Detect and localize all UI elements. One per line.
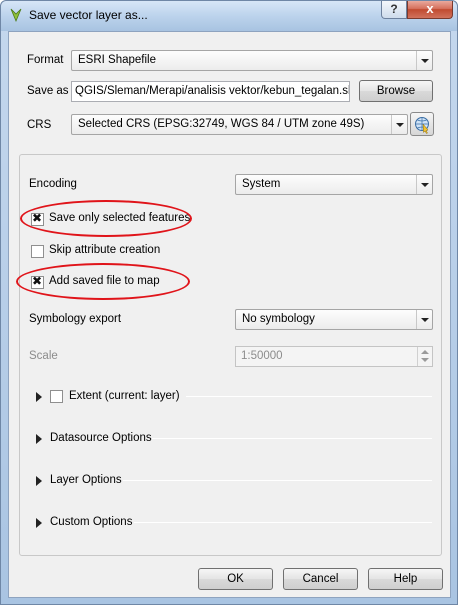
ok-button[interactable]: OK (198, 568, 273, 590)
highlight-oval-add-to-map (16, 263, 190, 300)
extent-checkbox[interactable] (50, 390, 63, 403)
divider (186, 396, 432, 397)
symbology-label: Symbology export (29, 313, 122, 325)
symbology-value: No symbology (242, 313, 315, 325)
title-bar[interactable]: Save vector layer as... ? x (1, 1, 457, 31)
help-button[interactable]: Help (368, 568, 443, 590)
close-button[interactable]: x (407, 1, 453, 19)
save-vector-dialog: Save vector layer as... ? x Format ESRI … (0, 0, 458, 605)
custom-options-label[interactable]: Custom Options (50, 516, 132, 528)
format-value: ESRI Shapefile (78, 54, 156, 66)
options-panel: Encoding System Save only selected featu… (16, 154, 442, 556)
divider (134, 522, 432, 523)
encoding-select[interactable]: System (235, 174, 433, 195)
expand-triangle-icon[interactable] (36, 434, 42, 444)
saveas-label: Save as (27, 85, 69, 97)
scale-spinbox[interactable]: 1:50000 (235, 346, 433, 367)
divider (152, 438, 432, 439)
datasource-options-label[interactable]: Datasource Options (50, 432, 152, 444)
highlight-oval-save-selected (20, 200, 192, 237)
saveas-path-input[interactable]: QGIS/Sleman/Merapi/analisis vektor/kebun… (71, 81, 350, 102)
expand-triangle-icon[interactable] (36, 392, 42, 402)
expand-triangle-icon[interactable] (36, 476, 42, 486)
scale-value: 1:50000 (241, 350, 283, 362)
encoding-label: Encoding (29, 178, 77, 190)
chevron-down-icon (416, 175, 432, 194)
close-icon: x (426, 1, 434, 16)
spin-arrows-icon (417, 347, 432, 366)
symbology-select[interactable]: No symbology (235, 309, 433, 330)
title-help-button[interactable]: ? (381, 1, 407, 19)
divider (123, 480, 432, 481)
crs-selector-button[interactable] (410, 112, 434, 136)
crs-select[interactable]: Selected CRS (EPSG:32749, WGS 84 / UTM z… (71, 114, 408, 135)
scale-label: Scale (29, 350, 58, 362)
chevron-down-icon (416, 51, 432, 70)
format-label: Format (27, 54, 64, 66)
cancel-button[interactable]: Cancel (283, 568, 358, 590)
chevron-down-icon (416, 310, 432, 329)
extent-label[interactable]: Extent (current: layer) (69, 390, 180, 402)
expand-triangle-icon[interactable] (36, 518, 42, 528)
layer-options-label[interactable]: Layer Options (50, 474, 122, 486)
encoding-value: System (242, 178, 281, 190)
crs-value: Selected CRS (EPSG:32749, WGS 84 / UTM z… (78, 118, 365, 130)
window-title: Save vector layer as... (29, 8, 148, 22)
crs-label: CRS (27, 119, 52, 131)
skip-attribute-checkbox[interactable] (31, 245, 44, 258)
chevron-down-icon (391, 115, 407, 134)
skip-attribute-label[interactable]: Skip attribute creation (49, 244, 160, 256)
globe-icon (415, 117, 429, 134)
dialog-body: Format ESRI Shapefile Save as QGIS/Slema… (8, 31, 451, 598)
qgis-app-icon (10, 8, 22, 23)
browse-button[interactable]: Browse (359, 80, 433, 102)
format-select[interactable]: ESRI Shapefile (71, 50, 433, 71)
